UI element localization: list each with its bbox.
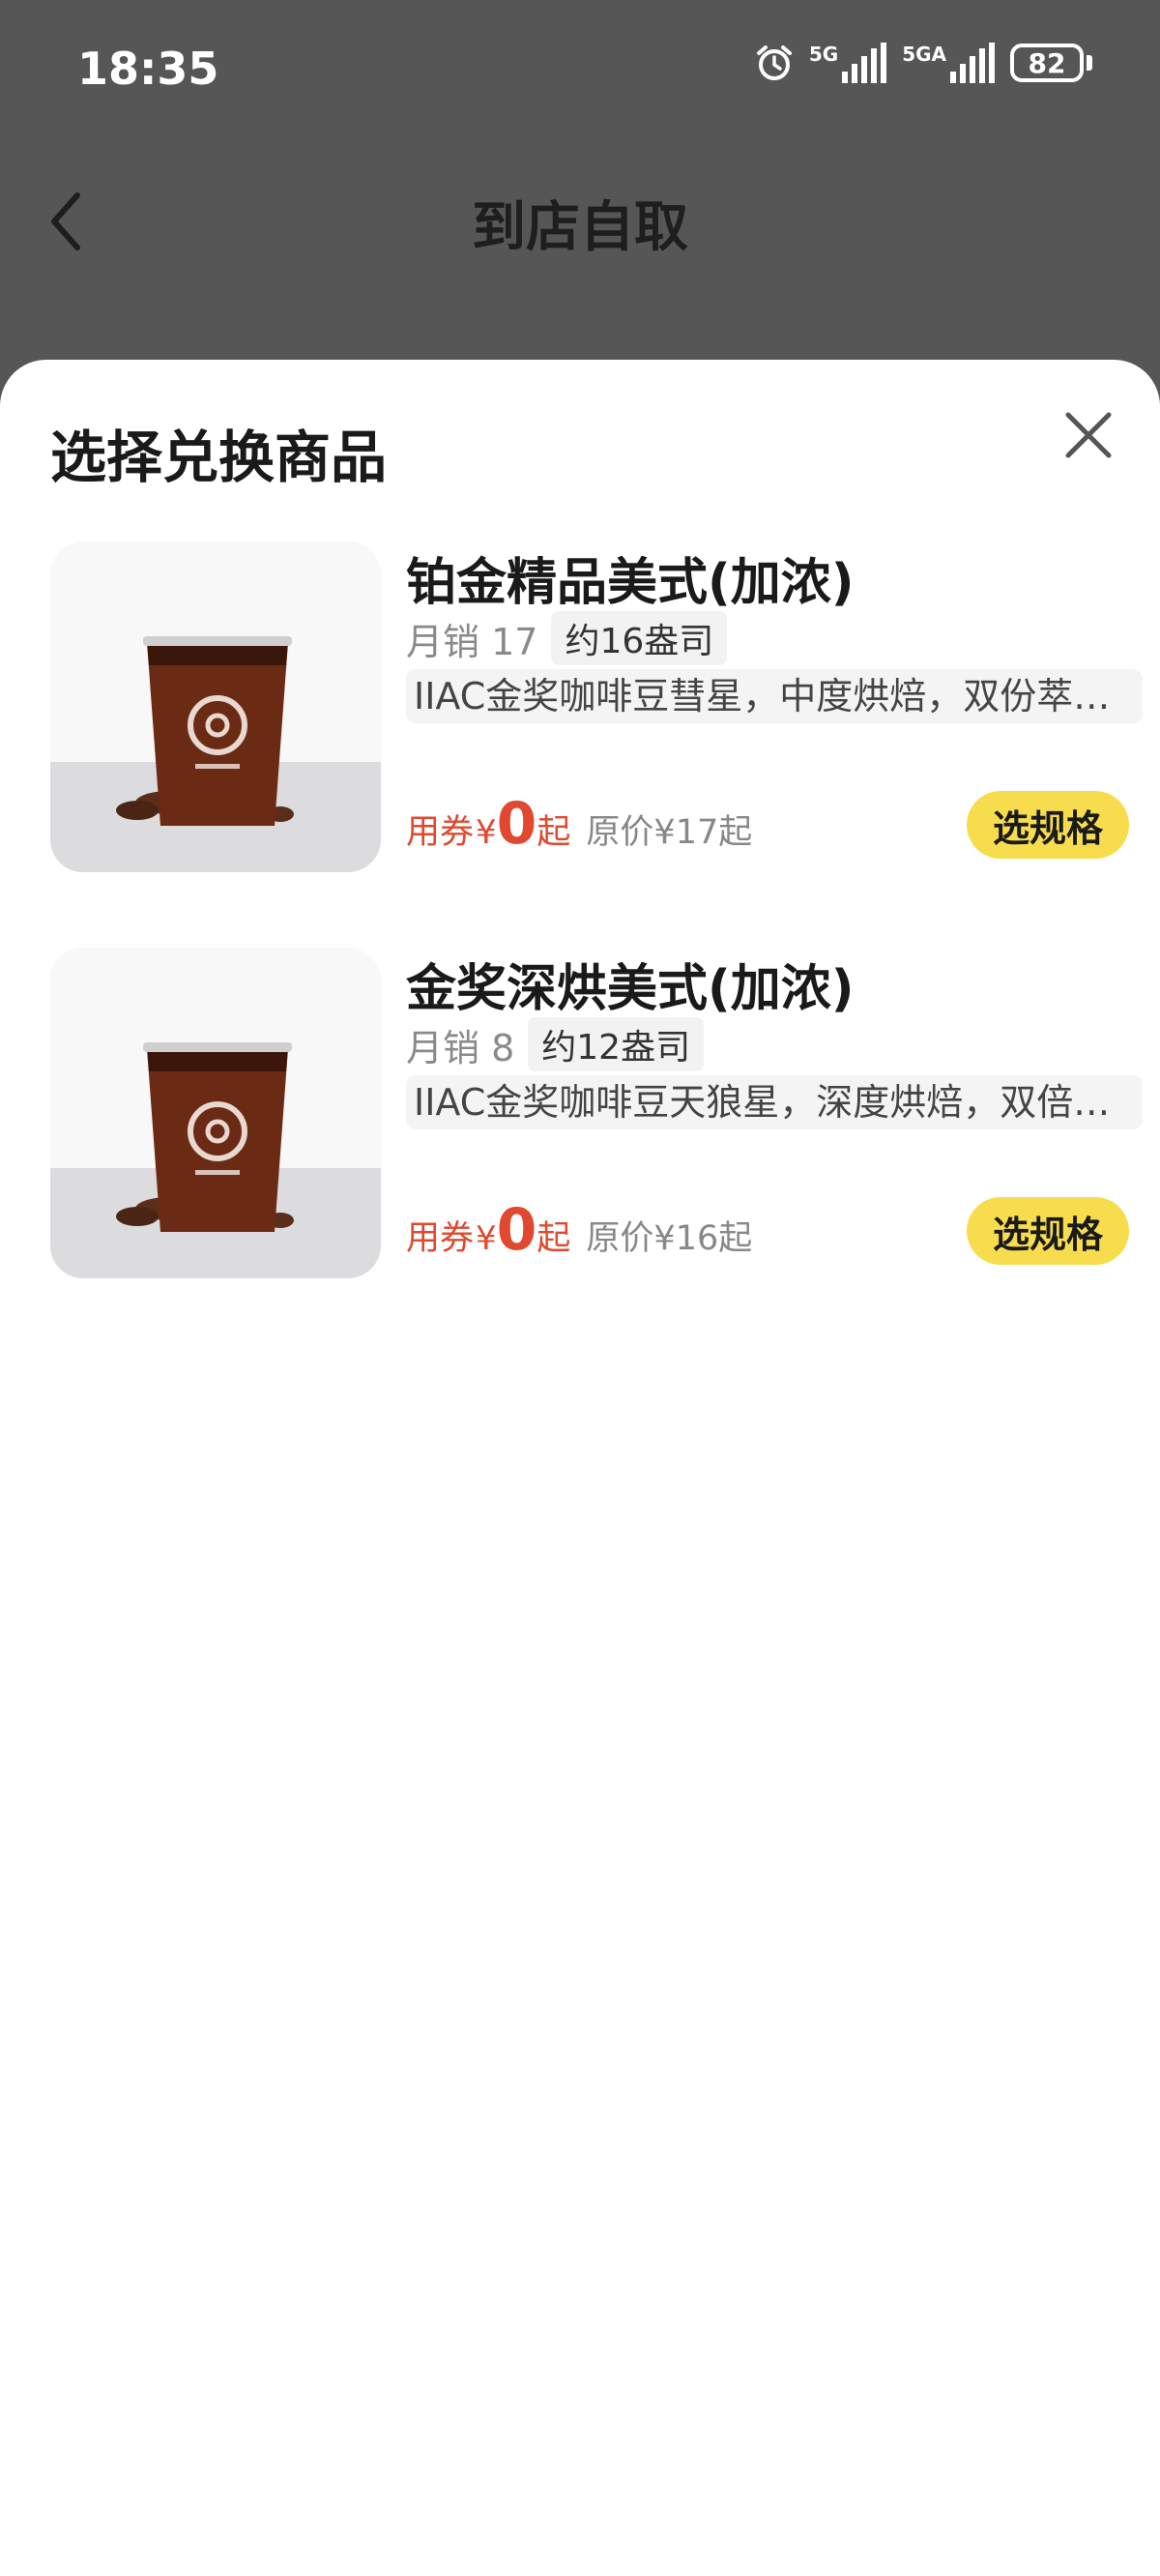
product-info: 金奖深烘美式(加浓) 月销 8 约12盎司 IIAC金奖咖啡豆天狼星，深度烘焙，… xyxy=(406,948,1143,1280)
battery-icon: 82 xyxy=(1010,44,1092,82)
monthly-sales: 月销 8 xyxy=(406,1026,515,1069)
network-label-2: 5GA xyxy=(902,43,946,66)
coupon-price: 0 xyxy=(496,1196,537,1264)
close-icon xyxy=(1065,412,1112,458)
price-row: 用券 ¥ 0 起 原价¥16起 xyxy=(406,1201,752,1260)
exchange-sheet: 选择兑换商品 铂金精品美式(加浓) 月销 17 约16盎司 IIAC金奖咖啡豆彗… xyxy=(0,360,1160,2576)
product-meta: 月销 8 约12盎司 xyxy=(406,1017,705,1071)
product-item[interactable]: 铂金精品美式(加浓) 月销 17 约16盎司 IIAC金奖咖啡豆彗星，中度烘焙，… xyxy=(50,542,1143,874)
product-info: 铂金精品美式(加浓) 月销 17 约16盎司 IIAC金奖咖啡豆彗星，中度烘焙，… xyxy=(406,542,1143,874)
close-button[interactable] xyxy=(1054,400,1123,470)
price-suffix: 起 xyxy=(536,813,571,852)
product-description: IIAC金奖咖啡豆彗星，中度烘焙，双份萃… xyxy=(406,669,1143,723)
coupon-label: 用券 xyxy=(406,813,475,852)
signal-5ga: 5GA xyxy=(902,43,995,83)
status-time: 18:35 xyxy=(77,43,219,95)
cup-size-badge: 约16盎司 xyxy=(551,611,728,665)
original-price: 原价¥16起 xyxy=(586,1219,753,1258)
cup-size-badge: 约12盎司 xyxy=(528,1017,705,1071)
select-spec-button[interactable]: 选规格 xyxy=(967,791,1129,859)
coupon-price: 0 xyxy=(496,790,537,858)
signal-5g: 5G xyxy=(808,43,887,83)
sheet-title: 选择兑换商品 xyxy=(50,424,388,490)
currency-symbol: ¥ xyxy=(476,813,497,852)
price-suffix: 起 xyxy=(536,1219,571,1258)
currency-symbol: ¥ xyxy=(476,1219,497,1258)
page-title: 到店自取 xyxy=(472,196,688,259)
select-spec-button[interactable]: 选规格 xyxy=(967,1197,1129,1265)
signal-icon xyxy=(842,43,887,83)
price-row: 用券 ¥ 0 起 原价¥17起 xyxy=(406,795,752,854)
status-icons: 5G 5GA 82 xyxy=(755,43,1092,83)
product-meta: 月销 17 约16盎司 xyxy=(406,611,728,665)
alarm-icon xyxy=(756,45,792,80)
product-description: IIAC金奖咖啡豆天狼星，深度烘焙，双倍… xyxy=(406,1075,1143,1129)
product-name: 金奖深烘美式(加浓) xyxy=(406,960,855,1018)
status-bar: 18:35 5G 5GA 82 xyxy=(0,0,1160,135)
monthly-sales: 月销 17 xyxy=(406,620,538,663)
coupon-label: 用券 xyxy=(406,1219,475,1258)
signal-icon xyxy=(950,43,995,83)
product-image xyxy=(50,948,381,1278)
network-label-1: 5G xyxy=(808,43,839,66)
product-image xyxy=(50,542,381,872)
product-item[interactable]: 金奖深烘美式(加浓) 月销 8 约12盎司 IIAC金奖咖啡豆天狼星，深度烘焙，… xyxy=(50,948,1143,1280)
battery-level: 82 xyxy=(1010,44,1084,82)
product-name: 铂金精品美式(加浓) xyxy=(406,554,855,612)
original-price: 原价¥17起 xyxy=(586,813,753,852)
